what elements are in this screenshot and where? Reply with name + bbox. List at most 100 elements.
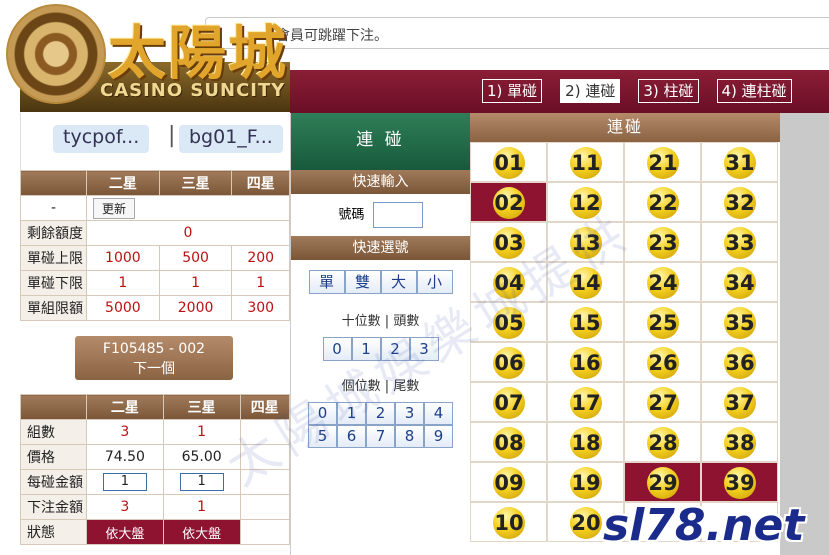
units-5-button[interactable]: 5	[308, 425, 337, 448]
units-2-button[interactable]: 2	[366, 402, 395, 425]
units-8-button[interactable]: 8	[395, 425, 424, 448]
number-cell-36[interactable]: 36	[701, 342, 778, 382]
big-button[interactable]: 大	[380, 270, 417, 294]
number-cell-09[interactable]: 09	[470, 462, 547, 502]
number-ball-17[interactable]: 17	[570, 387, 602, 419]
number-ball-24[interactable]: 24	[647, 267, 679, 299]
tens-3-button[interactable]: 3	[409, 337, 439, 361]
units-0-button[interactable]: 0	[308, 402, 337, 425]
number-cell-22[interactable]: 22	[624, 182, 701, 222]
units-4-button[interactable]: 4	[424, 402, 453, 425]
number-ball-32[interactable]: 32	[724, 187, 756, 219]
number-ball-10[interactable]: 10	[493, 507, 525, 539]
number-cell-32[interactable]: 32	[701, 182, 778, 222]
number-cell-38[interactable]: 38	[701, 422, 778, 462]
per-bet-3star-input[interactable]: 1	[179, 473, 224, 491]
number-ball-12[interactable]: 12	[570, 187, 602, 219]
number-ball-36[interactable]: 36	[724, 347, 756, 379]
number-ball-20[interactable]: 20	[570, 507, 602, 539]
tab-column[interactable]: 3) 柱碰	[638, 79, 699, 103]
number-cell-28[interactable]: 28	[624, 422, 701, 462]
user-pill[interactable]: tycpof...	[53, 125, 150, 153]
number-ball-31[interactable]: 31	[724, 147, 756, 179]
number-cell-11[interactable]: 11	[547, 142, 624, 182]
number-ball-21[interactable]: 21	[647, 147, 679, 179]
number-cell-08[interactable]: 08	[470, 422, 547, 462]
number-cell-16[interactable]: 16	[547, 342, 624, 382]
number-ball-25[interactable]: 25	[647, 307, 679, 339]
number-cell-34[interactable]: 34	[701, 262, 778, 302]
tab-column-combo[interactable]: 4) 連柱碰	[716, 79, 792, 103]
number-cell-27[interactable]: 27	[624, 382, 701, 422]
tens-2-button[interactable]: 2	[380, 337, 410, 361]
number-ball-16[interactable]: 16	[570, 347, 602, 379]
units-6-button[interactable]: 6	[337, 425, 366, 448]
number-ball-23[interactable]: 23	[647, 227, 679, 259]
number-cell-21[interactable]: 21	[624, 142, 701, 182]
number-ball-01[interactable]: 01	[493, 147, 525, 179]
number-cell-07[interactable]: 07	[470, 382, 547, 422]
number-ball-15[interactable]: 15	[570, 307, 602, 339]
number-ball-11[interactable]: 11	[570, 147, 602, 179]
number-cell-19[interactable]: 19	[547, 462, 624, 502]
number-ball-13[interactable]: 13	[570, 227, 602, 259]
odd-button[interactable]: 單	[308, 270, 345, 294]
number-cell-06[interactable]: 06	[470, 342, 547, 382]
number-ball-07[interactable]: 07	[493, 387, 525, 419]
number-cell-35[interactable]: 35	[701, 302, 778, 342]
number-cell-15[interactable]: 15	[547, 302, 624, 342]
number-ball-29[interactable]: 29	[647, 467, 679, 499]
number-cell-05[interactable]: 05	[470, 302, 547, 342]
number-cell-14[interactable]: 14	[547, 262, 624, 302]
code-input[interactable]	[372, 202, 423, 228]
number-ball-39[interactable]: 39	[724, 467, 756, 499]
number-ball-22[interactable]: 22	[647, 187, 679, 219]
number-cell-01[interactable]: 01	[470, 142, 547, 182]
tens-1-button[interactable]: 1	[351, 337, 381, 361]
number-cell-26[interactable]: 26	[624, 342, 701, 382]
number-cell-10[interactable]: 10	[470, 502, 547, 542]
even-button[interactable]: 雙	[344, 270, 381, 294]
number-cell-18[interactable]: 18	[547, 422, 624, 462]
number-ball-34[interactable]: 34	[724, 267, 756, 299]
number-cell-02[interactable]: 02	[470, 182, 547, 222]
tens-0-button[interactable]: 0	[322, 337, 352, 361]
refresh-button[interactable]: 更新	[93, 197, 136, 219]
units-1-button[interactable]: 1	[337, 402, 366, 425]
number-cell-24[interactable]: 24	[624, 262, 701, 302]
number-ball-14[interactable]: 14	[570, 267, 602, 299]
number-ball-04[interactable]: 04	[493, 267, 525, 299]
number-cell-12[interactable]: 12	[547, 182, 624, 222]
number-cell-04[interactable]: 04	[470, 262, 547, 302]
next-button[interactable]: F105485 - 002 下一個	[75, 336, 233, 380]
number-ball-33[interactable]: 33	[724, 227, 756, 259]
number-ball-27[interactable]: 27	[647, 387, 679, 419]
units-9-button[interactable]: 9	[424, 425, 453, 448]
game-pill[interactable]: bg01_F...	[179, 125, 283, 153]
number-ball-37[interactable]: 37	[724, 387, 756, 419]
small-button[interactable]: 小	[416, 270, 453, 294]
number-cell-29[interactable]: 29	[624, 462, 701, 502]
number-ball-26[interactable]: 26	[647, 347, 679, 379]
number-cell-25[interactable]: 25	[624, 302, 701, 342]
number-ball-06[interactable]: 06	[493, 347, 525, 379]
number-ball-05[interactable]: 05	[493, 307, 525, 339]
number-ball-09[interactable]: 09	[493, 467, 525, 499]
number-ball-35[interactable]: 35	[724, 307, 756, 339]
number-cell-17[interactable]: 17	[547, 382, 624, 422]
units-7-button[interactable]: 7	[366, 425, 395, 448]
number-ball-02[interactable]: 02	[493, 187, 525, 219]
number-cell-31[interactable]: 31	[701, 142, 778, 182]
number-cell-37[interactable]: 37	[701, 382, 778, 422]
tab-single[interactable]: 1) 單碰	[482, 79, 543, 103]
number-ball-03[interactable]: 03	[493, 227, 525, 259]
number-cell-39[interactable]: 39	[701, 462, 778, 502]
number-cell-33[interactable]: 33	[701, 222, 778, 262]
number-cell-03[interactable]: 03	[470, 222, 547, 262]
number-ball-19[interactable]: 19	[570, 467, 602, 499]
number-ball-28[interactable]: 28	[647, 427, 679, 459]
number-cell-13[interactable]: 13	[547, 222, 624, 262]
number-ball-08[interactable]: 08	[493, 427, 525, 459]
number-cell-23[interactable]: 23	[624, 222, 701, 262]
per-bet-2star-input[interactable]: 1	[102, 473, 147, 491]
